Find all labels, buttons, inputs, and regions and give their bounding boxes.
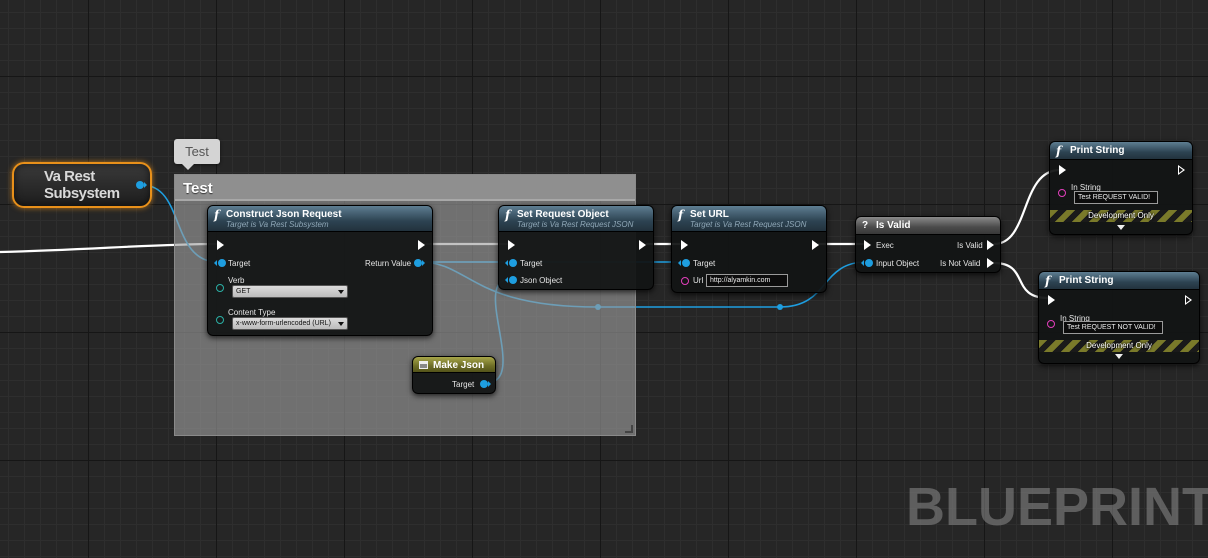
function-icon: f	[505, 208, 511, 222]
node-title: Is Valid	[876, 220, 911, 231]
exec-input-pin[interactable]	[217, 240, 224, 250]
function-icon: f	[214, 208, 220, 222]
content-type-dropdown[interactable]: x-www-form-urlencoded (URL)	[232, 317, 348, 330]
verb-dropdown[interactable]: GET	[232, 285, 348, 298]
print-string-not-valid-header[interactable]: f Print String	[1039, 272, 1199, 290]
node-title: Construct Json Request	[226, 209, 342, 220]
in-string-pin[interactable]	[1058, 189, 1066, 197]
in-string-input[interactable]: Test REQUEST NOT VALID!	[1063, 321, 1163, 334]
chevron-down-icon	[338, 290, 344, 294]
set-url-node[interactable]: f Set URL Target is Va Rest Request JSON…	[671, 205, 827, 293]
verb-dropdown-value: GET	[236, 288, 251, 295]
in-string-input[interactable]: Test REQUEST VALID!	[1074, 191, 1158, 204]
pin-label-target: Target	[520, 259, 543, 268]
print-string-valid-header[interactable]: f Print String	[1050, 142, 1192, 160]
node-subtitle: Target is Va Rest Request JSON	[517, 220, 634, 229]
node-title: Set URL	[690, 209, 729, 220]
target-input-pin[interactable]	[214, 259, 226, 267]
pin-label-target: Target	[693, 259, 716, 268]
make-json-header[interactable]: Make Json	[413, 357, 495, 373]
content-type-dropdown-value: x-www-form-urlencoded (URL)	[236, 320, 331, 327]
url-input-pin[interactable]	[681, 277, 689, 285]
struct-icon	[419, 361, 428, 369]
exec-input-pin[interactable]	[508, 240, 515, 250]
exec-input-pin[interactable]	[864, 240, 871, 250]
is-valid-node[interactable]: ? Is Valid Exec Is Valid Input Object Is…	[855, 216, 1001, 273]
pin-label-url: Url	[693, 276, 704, 285]
is-not-valid-exec-output-pin[interactable]	[987, 258, 994, 268]
resize-grip-icon[interactable]	[625, 425, 633, 433]
set-request-object-header[interactable]: f Set Request Object Target is Va Rest R…	[499, 206, 653, 232]
node-title: Set Request Object	[517, 209, 609, 220]
construct-json-request-header[interactable]: f Construct Json Request Target is Va Re…	[208, 206, 432, 232]
function-icon: f	[1045, 274, 1051, 288]
exec-output-pin[interactable]	[639, 240, 646, 250]
comment-title[interactable]: Test	[175, 175, 635, 201]
pin-label-json-object: Json Object	[520, 276, 563, 285]
node-title: Print String	[1059, 275, 1114, 286]
pin-label-is-not-valid: Is Not Valid	[940, 259, 981, 268]
target-input-pin[interactable]	[505, 259, 517, 267]
getter-label: Va Rest Subsystem	[44, 168, 120, 202]
node-title: Make Json	[433, 360, 485, 371]
exec-output-pin[interactable]	[1185, 295, 1192, 305]
pin-label-verb: Verb	[228, 276, 245, 285]
chevron-down-icon	[338, 322, 344, 326]
pin-label-content-type: Content Type	[228, 308, 276, 317]
exec-input-pin[interactable]	[1059, 165, 1066, 175]
exec-input-pin[interactable]	[1048, 295, 1055, 305]
exec-input-pin[interactable]	[681, 240, 688, 250]
is-valid-exec-output-pin[interactable]	[987, 240, 994, 250]
pin-label-target: Target	[228, 259, 251, 268]
print-string-not-valid-node[interactable]: f Print String In String Test REQUEST NO…	[1038, 271, 1200, 364]
construct-json-request-node[interactable]: f Construct Json Request Target is Va Re…	[207, 205, 433, 336]
print-string-valid-node[interactable]: f Print String In String Test REQUEST VA…	[1049, 141, 1193, 235]
make-json-output-pin[interactable]	[480, 380, 491, 388]
question-icon: ?	[862, 220, 869, 231]
va-rest-subsystem-node[interactable]: Va Rest Subsystem	[12, 162, 152, 208]
target-input-pin[interactable]	[678, 259, 690, 267]
pin-label-input-object: Input Object	[876, 259, 920, 268]
pin-label-is-valid: Is Valid	[957, 241, 983, 250]
return-value-output-pin[interactable]	[414, 259, 425, 267]
exec-output-pin[interactable]	[812, 240, 819, 250]
is-valid-header[interactable]: ? Is Valid	[856, 217, 1000, 235]
input-object-pin[interactable]	[861, 259, 873, 267]
node-subtitle: Target is Va Rest Subsystem	[226, 220, 329, 229]
development-only-banner: Development Only	[1050, 210, 1192, 222]
json-object-input-pin[interactable]	[505, 276, 517, 284]
pin-label-return-value: Return Value	[365, 259, 412, 268]
in-string-pin[interactable]	[1047, 320, 1055, 328]
wire-reroute-knot-2	[777, 304, 783, 310]
pin-label-target: Target	[452, 380, 475, 389]
function-icon: f	[1056, 144, 1062, 158]
pin-label-exec: Exec	[876, 241, 894, 250]
set-request-object-node[interactable]: f Set Request Object Target is Va Rest R…	[498, 205, 654, 290]
exec-output-pin[interactable]	[1178, 165, 1185, 175]
node-subtitle: Target is Va Rest Request JSON	[690, 220, 807, 229]
expand-arrow-icon[interactable]	[1117, 225, 1125, 230]
development-only-banner: Development Only	[1039, 340, 1199, 352]
node-title: Print String	[1070, 145, 1125, 156]
function-icon: f	[678, 208, 684, 222]
exec-output-pin[interactable]	[418, 240, 425, 250]
make-json-node[interactable]: Make Json Target	[412, 356, 496, 394]
subsystem-output-pin[interactable]	[136, 181, 147, 189]
comment-bubble[interactable]: Test	[174, 139, 220, 170]
set-url-header[interactable]: f Set URL Target is Va Rest Request JSON	[672, 206, 826, 232]
url-input[interactable]: http://alyamkin.com	[706, 274, 788, 287]
content-type-input-pin[interactable]	[216, 316, 224, 324]
verb-input-pin[interactable]	[216, 284, 224, 292]
blueprint-watermark: BLUEPRINT	[906, 477, 1208, 537]
expand-arrow-icon[interactable]	[1115, 354, 1123, 359]
